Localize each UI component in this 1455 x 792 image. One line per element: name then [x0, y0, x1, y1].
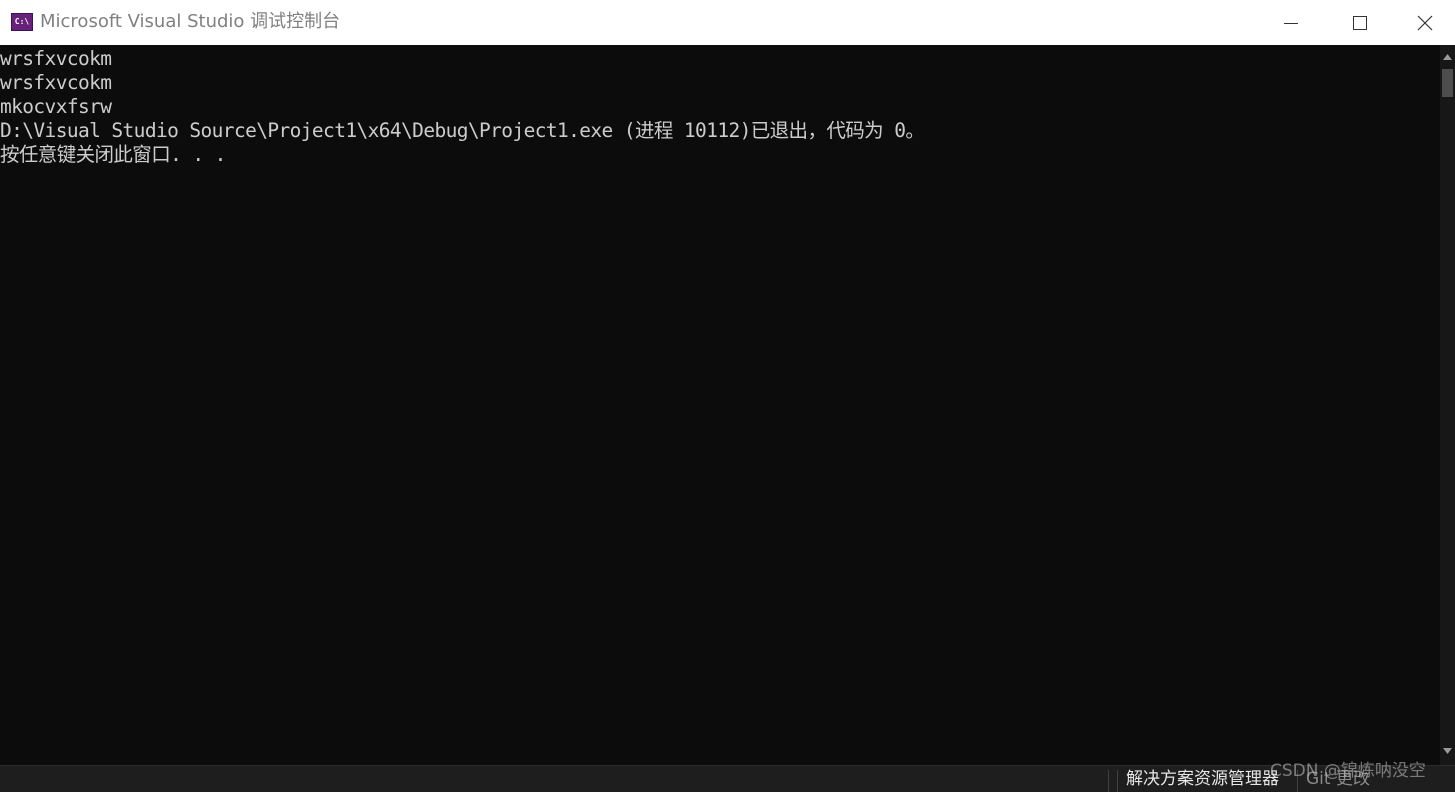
scroll-up-button[interactable]	[1440, 49, 1455, 65]
tab-separator	[1117, 770, 1118, 792]
chevron-down-icon	[1443, 748, 1452, 754]
close-button[interactable]	[1395, 0, 1455, 45]
console-press-any-key: 按任意键关闭此窗口. . .	[0, 143, 226, 166]
csdn-watermark: CSDN @锦炼呐没空	[1270, 761, 1426, 781]
tab-separator	[1108, 770, 1109, 792]
console-line-2: wrsfxvcokm	[0, 71, 112, 94]
maximize-button[interactable]	[1325, 0, 1395, 45]
vertical-scrollbar[interactable]	[1440, 45, 1455, 765]
console-exit-message: D:\Visual Studio Source\Project1\x64\Deb…	[0, 119, 925, 142]
debug-console-window: C:\ Microsoft Visual Studio 调试控制台 wrsfxv…	[0, 0, 1455, 792]
scrollbar-thumb[interactable]	[1442, 69, 1453, 97]
close-icon	[1417, 15, 1433, 30]
chevron-up-icon	[1443, 54, 1452, 60]
tab-solution-explorer[interactable]: 解决方案资源管理器	[1126, 766, 1279, 792]
scroll-down-button[interactable]	[1440, 743, 1455, 759]
minimize-button[interactable]	[1256, 0, 1326, 45]
minimize-icon	[1284, 22, 1298, 24]
console-output[interactable]: wrsfxvcokm wrsfxvcokm mkocvxfsrw D:\Visu…	[0, 45, 1440, 765]
vs-debug-console-icon: C:\	[11, 13, 33, 31]
ide-tool-tabs-bar: 解决方案资源管理器 Git 更改	[0, 765, 1455, 792]
maximize-icon	[1353, 15, 1367, 30]
window-title: Microsoft Visual Studio 调试控制台	[40, 11, 341, 32]
console-line-3: mkocvxfsrw	[0, 95, 112, 118]
title-bar[interactable]: C:\ Microsoft Visual Studio 调试控制台	[0, 0, 1455, 45]
console-line-1: wrsfxvcokm	[0, 47, 112, 70]
